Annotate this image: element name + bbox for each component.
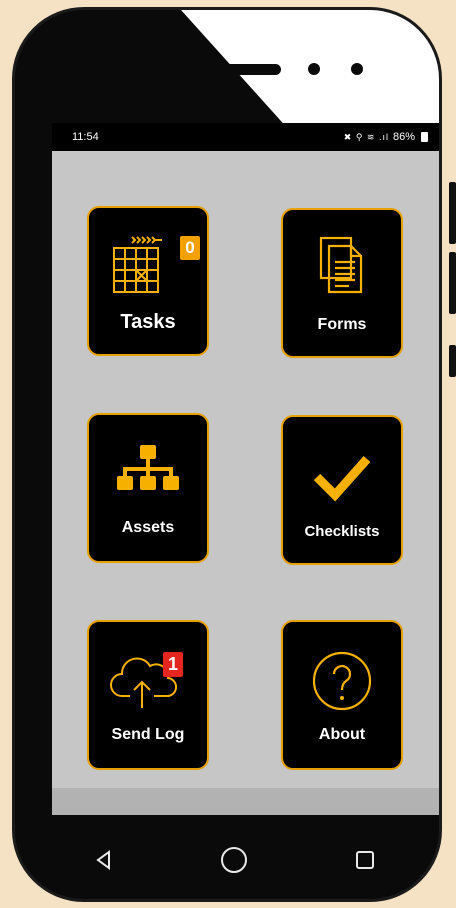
cloud-upload-icon: [89, 646, 207, 712]
status-right: ✖ ⚲ ≋ .ıl 86%: [344, 123, 428, 151]
volume-down-button: [449, 252, 456, 314]
status-icons: ✖ ⚲ ≋ .ıl: [343, 132, 389, 142]
checkmark-icon: [283, 447, 401, 507]
hierarchy-icon: [89, 443, 207, 503]
power-button: [449, 345, 456, 377]
tasks-label: Tasks: [120, 311, 176, 333]
back-triangle-icon: [96, 850, 110, 870]
checklists-label: Checklists: [304, 523, 380, 540]
page: 11:54 ✖ ⚲ ≋ .ıl 86% 0 Tasks Forms Assets…: [0, 0, 456, 908]
tasks-tile[interactable]: 0 Tasks: [87, 206, 209, 356]
battery-icon: [421, 132, 428, 142]
nav-back-button[interactable]: [79, 840, 129, 880]
recent-square-icon: [356, 851, 374, 869]
phone-frame: 11:54 ✖ ⚲ ≋ .ıl 86% 0 Tasks Forms Assets…: [12, 7, 442, 902]
help-circle-icon: [283, 648, 401, 714]
nav-home-button[interactable]: [209, 840, 259, 880]
send-log-tile[interactable]: 1 Send Log: [87, 620, 209, 770]
screen-bottom-strip: [52, 788, 439, 815]
nav-recent-button[interactable]: [340, 840, 390, 880]
status-time: 11:54: [72, 131, 99, 143]
phone-screen: 11:54 ✖ ⚲ ≋ .ıl 86% 0 Tasks Forms Assets…: [52, 123, 439, 815]
send-log-badge: 1: [163, 652, 183, 677]
about-label: About: [318, 726, 366, 743]
home-circle-icon: [221, 847, 247, 873]
forms-tile[interactable]: Forms: [281, 208, 403, 358]
front-camera: [308, 63, 320, 75]
about-tile[interactable]: About: [281, 620, 403, 770]
assets-tile[interactable]: Assets: [87, 413, 209, 563]
volume-up-button: [449, 182, 456, 244]
forms-label: Forms: [317, 316, 367, 333]
assets-label: Assets: [121, 519, 175, 536]
earpiece-speaker: [213, 64, 281, 75]
status-bar: 11:54 ✖ ⚲ ≋ .ıl 86%: [52, 123, 439, 151]
battery-level: 86%: [392, 131, 415, 143]
documents-icon: [283, 232, 401, 300]
send-log-label: Send Log: [111, 726, 185, 743]
proximity-sensor: [351, 63, 363, 75]
checklists-tile[interactable]: Checklists: [281, 415, 403, 565]
tasks-badge: 0: [180, 236, 200, 260]
